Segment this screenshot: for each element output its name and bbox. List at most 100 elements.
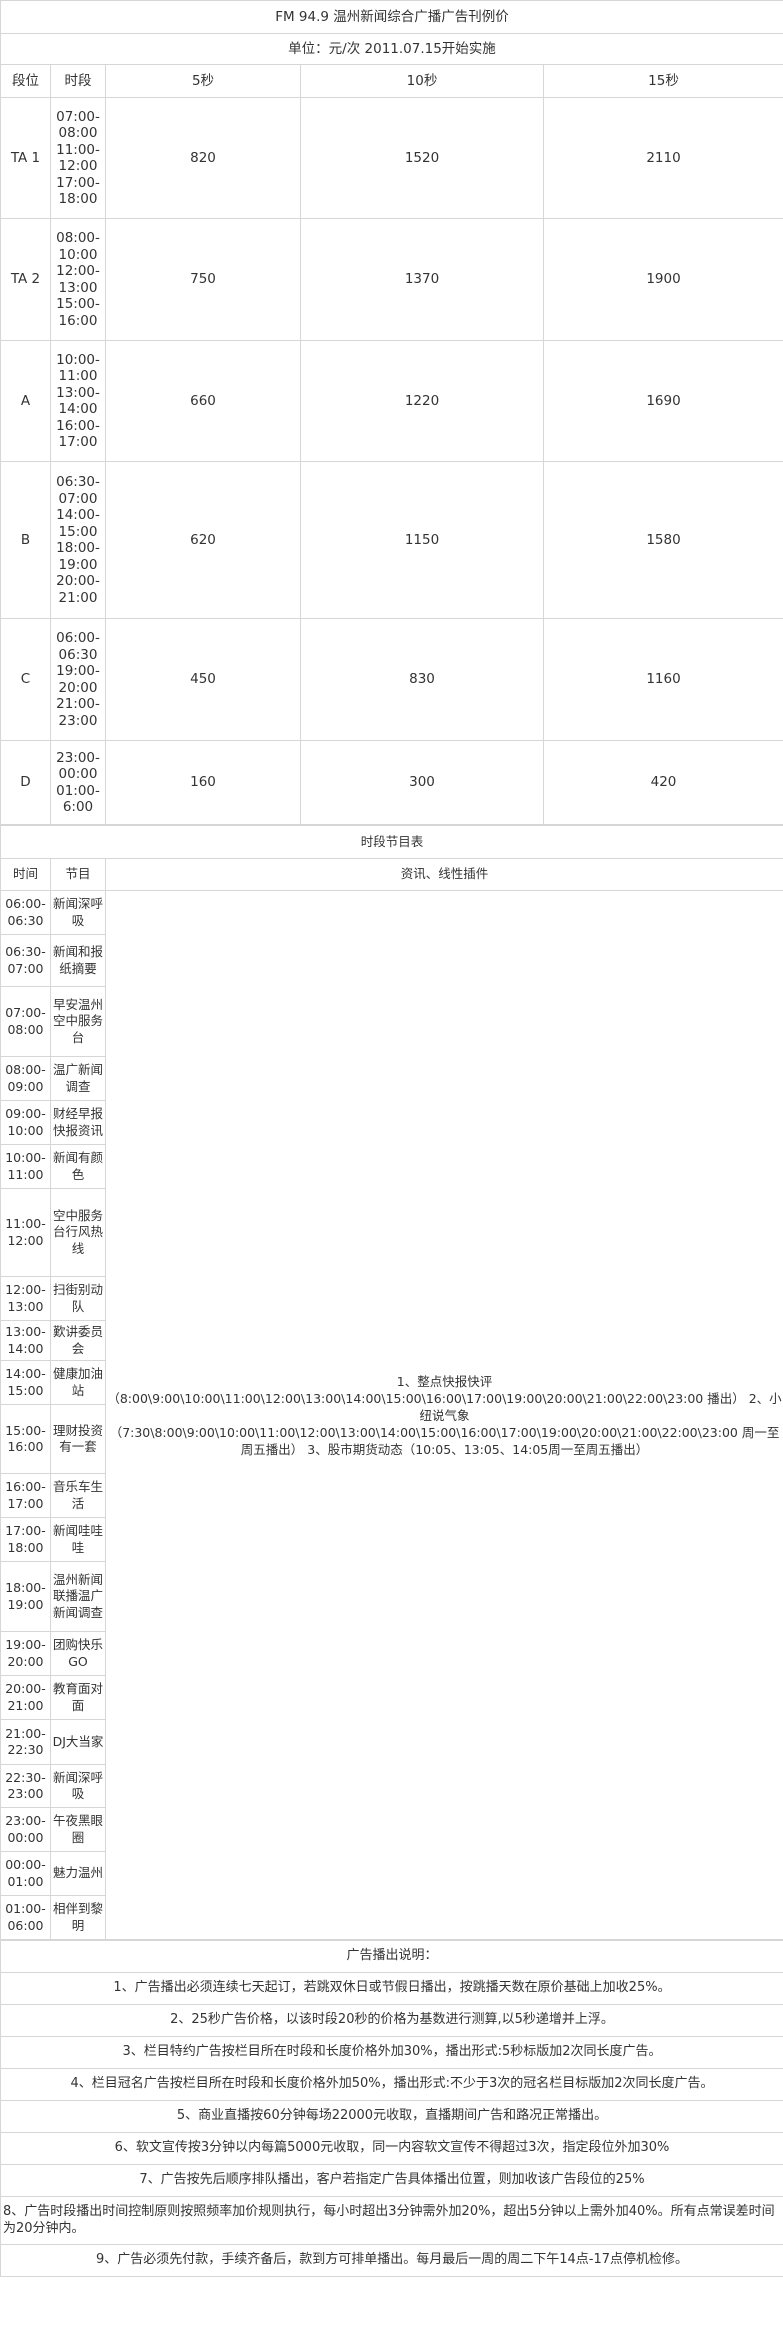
rate-price-10s: 1220 — [300, 340, 544, 462]
rate-slots: 06:30- 07:00 14:00- 15:00 18:00- 19:00 2… — [50, 461, 106, 619]
rate-price-5s: 160 — [105, 740, 301, 825]
rate-slots: 10:00- 11:00 13:00- 14:00 16:00- 17:00 — [50, 340, 106, 462]
note-item: 9、广告必须先付款，手续齐备后，款到方可排单播出。每月最后一周的周二下午14点-… — [0, 2244, 783, 2277]
rate-price-15s: 1160 — [543, 618, 783, 741]
header-info: 资讯、线性插件 — [104, 858, 783, 891]
schedule-time: 19:00- 20:00 — [0, 1631, 51, 1676]
schedule-program: 新闻深呼吸 — [50, 1764, 106, 1808]
note-item: 2、25秒广告价格，以该时段20秒的价格为基数进行测算,以5秒递增并上浮。 — [0, 2004, 783, 2037]
schedule-program: 财经早报 快报资讯 — [50, 1100, 106, 1145]
schedule-time: 08:00- 09:00 — [0, 1056, 51, 1101]
rate-price-15s: 420 — [543, 740, 783, 825]
schedule-program: 午夜黑眼圈 — [50, 1807, 106, 1852]
rate-price-15s: 1900 — [543, 218, 783, 341]
schedule-time: 07:00- 08:00 — [0, 986, 51, 1057]
note-item: 5、商业直播按60分钟每场22000元收取，直播期间广告和路况正常播出。 — [0, 2100, 783, 2133]
schedule-time: 00:00- 01:00 — [0, 1851, 51, 1896]
schedule-time: 22:30- 23:00 — [0, 1764, 51, 1808]
schedule-time: 16:00- 17:00 — [0, 1473, 51, 1518]
schedule-program: 新闻深呼吸 — [50, 890, 106, 935]
schedule-time: 23:00- 00:00 — [0, 1807, 51, 1852]
unit-subtitle: 单位：元/次 2011.07.15开始实施 — [0, 33, 783, 65]
header-tier: 段位 — [0, 64, 51, 98]
rate-price-10s: 1370 — [300, 218, 544, 341]
schedule-time: 20:00- 21:00 — [0, 1675, 51, 1720]
note-item: 1、广告播出必须连续七天起订，若跳双休日或节假日播出，按跳播天数在原价基础上加收… — [0, 1972, 783, 2005]
schedule-program: 新闻有颜色 — [50, 1144, 106, 1189]
rate-tier: B — [0, 461, 51, 619]
rate-price-5s: 820 — [105, 97, 301, 219]
header-15s: 15秒 — [543, 64, 783, 98]
schedule-time: 14:00- 15:00 — [0, 1360, 51, 1405]
schedule-program: 教育面对面 — [50, 1675, 106, 1720]
rate-row: D 23:00- 00:00 01:00- 6:00 160 300 420 — [0, 740, 783, 825]
schedule-time: 18:00- 19:00 — [0, 1561, 51, 1632]
schedule-row: 06:00- 06:30 新闻深呼吸 1、整点快报快评 （8:00\9:00\1… — [0, 890, 783, 1940]
rate-price-15s: 1690 — [543, 340, 783, 462]
schedule-program: 歎讲委员会 — [50, 1320, 106, 1361]
schedule-table: 时段节目表 时间 节目 资讯、线性插件 06:00- 06:30 新闻深呼吸 1… — [0, 825, 783, 1940]
rate-price-15s: 1580 — [543, 461, 783, 619]
note-item: 8、广告时段播出时间控制原则按照频率加价规则执行，每小时超出3分钟需外加20%，… — [0, 2196, 783, 2245]
header-program: 节目 — [50, 858, 106, 891]
rate-tier: TA 1 — [0, 97, 51, 219]
rate-price-5s: 450 — [105, 618, 301, 741]
rate-tier: D — [0, 740, 51, 825]
header-5s: 5秒 — [105, 64, 301, 98]
rate-slots: 06:00- 06:30 19:00- 20:00 21:00- 23:00 — [50, 618, 106, 741]
rate-row: A 10:00- 11:00 13:00- 14:00 16:00- 17:00… — [0, 340, 783, 462]
header-time: 时间 — [0, 858, 51, 891]
rate-price-5s: 620 — [105, 461, 301, 619]
note-item: 4、栏目冠名广告按栏目所在时段和长度价格外加50%，播出形式:不少于3次的冠名栏… — [0, 2068, 783, 2101]
rate-tier: C — [0, 618, 51, 741]
schedule-program: 健康加油站 — [50, 1360, 106, 1405]
note-item: 3、栏目特约广告按栏目所在时段和长度价格外加30%，播出形式:5秒标版加2次同长… — [0, 2036, 783, 2069]
schedule-program: 扫街别动队 — [50, 1276, 106, 1321]
rate-price-10s: 1150 — [300, 461, 544, 619]
schedule-program: 音乐车生活 — [50, 1473, 106, 1518]
schedule-time: 09:00- 10:00 — [0, 1100, 51, 1145]
schedule-time: 11:00- 12:00 — [0, 1188, 51, 1277]
schedule-time: 12:00- 13:00 — [0, 1276, 51, 1321]
schedule-program: 相伴到黎明 — [50, 1895, 106, 1940]
schedule-program: 空中服务台行风热线 — [50, 1188, 106, 1277]
schedule-time: 01:00- 06:00 — [0, 1895, 51, 1940]
note-item: 6、软文宣传按3分钟以内每篇5000元收取，同一内容软文宣传不得超过3次，指定段… — [0, 2132, 783, 2165]
page-title: FM 94.9 温州新闻综合广播广告刊例价 — [0, 0, 783, 34]
rate-header-row: 段位 时段 5秒 10秒 15秒 — [0, 64, 783, 98]
rate-row: TA 2 08:00- 10:00 12:00- 13:00 15:00- 16… — [0, 218, 783, 341]
schedule-program: 团购快乐GO — [50, 1631, 106, 1676]
rate-row: TA 1 07:00- 08:00 11:00- 12:00 17:00- 18… — [0, 97, 783, 219]
schedule-time: 10:00- 11:00 — [0, 1144, 51, 1189]
rate-tier: TA 2 — [0, 218, 51, 341]
schedule-program: 新闻和报纸摘要 — [50, 934, 106, 987]
rate-price-15s: 2110 — [543, 97, 783, 219]
rate-price-5s: 660 — [105, 340, 301, 462]
schedule-program: 温州新闻联播温广新闻调查 — [50, 1561, 106, 1632]
schedule-header-row: 时间 节目 资讯、线性插件 — [0, 858, 783, 891]
rate-price-5s: 750 — [105, 218, 301, 341]
schedule-program: 理财投资有一套 — [50, 1404, 106, 1474]
schedule-time: 06:30- 07:00 — [0, 934, 51, 987]
notes-title: 广告播出说明： — [0, 1940, 783, 1973]
schedule-program: 魅力温州 — [50, 1851, 106, 1896]
schedule-program: 温广新闻调查 — [50, 1056, 106, 1101]
rate-price-10s: 1520 — [300, 97, 544, 219]
rate-slots: 23:00- 00:00 01:00- 6:00 — [50, 740, 106, 825]
schedule-time: 15:00- 16:00 — [0, 1404, 51, 1474]
schedule-time: 21:00- 22:30 — [0, 1719, 51, 1765]
rate-card-table: FM 94.9 温州新闻综合广播广告刊例价 单位：元/次 2011.07.15开… — [0, 0, 783, 825]
header-10s: 10秒 — [300, 64, 544, 98]
rate-price-10s: 300 — [300, 740, 544, 825]
header-slot: 时段 — [50, 64, 106, 98]
schedule-time: 13:00- 14:00 — [0, 1320, 51, 1361]
rate-row: B 06:30- 07:00 14:00- 15:00 18:00- 19:00… — [0, 461, 783, 619]
rate-slots: 08:00- 10:00 12:00- 13:00 15:00- 16:00 — [50, 218, 106, 341]
rate-row: C 06:00- 06:30 19:00- 20:00 21:00- 23:00… — [0, 618, 783, 741]
note-item: 7、广告按先后顺序排队播出，客户若指定广告具体播出位置，则加收该广告段位的25% — [0, 2164, 783, 2197]
ad-notes-table: 广告播出说明： 1、广告播出必须连续七天起订，若跳双休日或节假日播出，按跳播天数… — [0, 1940, 783, 2277]
schedule-title: 时段节目表 — [0, 825, 783, 859]
schedule-program: 早安温州 空中服务台 — [50, 986, 106, 1057]
schedule-time: 06:00- 06:30 — [0, 890, 51, 935]
rate-price-10s: 830 — [300, 618, 544, 741]
